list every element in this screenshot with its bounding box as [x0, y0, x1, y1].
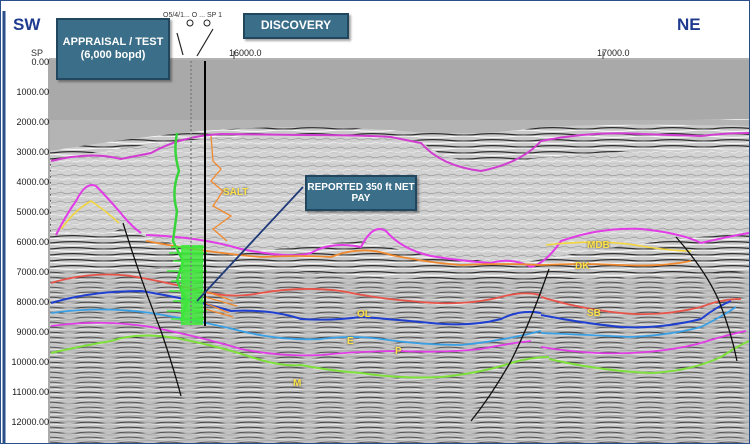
horizon-label-dk: DK — [575, 261, 590, 272]
horizon-label-ol: OL — [357, 309, 371, 320]
discovery-callout: DISCOVERY — [243, 13, 349, 39]
y-tick-5000: 5000.00 — [16, 207, 49, 217]
x-tick-17000: 17000.0 — [597, 48, 630, 58]
y-tick-11000: 11000.00 — [12, 387, 49, 397]
reported-net-pay-callout: REPORTED 350 ft NET PAY — [305, 175, 417, 211]
seismic-section-panel: SW NE SP O5/4/1... O ... SP 1 16000.0 17… — [0, 0, 750, 444]
y-tick-2000: 2000.00 — [16, 117, 49, 127]
horizon-label-p: P — [395, 346, 402, 357]
sw-direction-label: SW — [13, 15, 41, 34]
well-names-label: O5/4/1... O ... SP 1 — [163, 12, 223, 19]
y-tick-10000: 10000.00 — [11, 357, 49, 367]
y-tick-0: 0.00 — [31, 57, 49, 67]
horizon-label-m: M — [293, 378, 302, 389]
horizon-label-salt: SALT — [223, 187, 249, 198]
horizon-label-mdb: MDB — [587, 240, 610, 251]
appraisal-callout: APPRAISAL / TEST (6,000 bopd) — [56, 18, 170, 80]
y-tick-6000: 6000.00 — [16, 237, 49, 247]
x-tick-16000: 16000.0 — [229, 48, 262, 58]
y-tick-4000: 4000.00 — [16, 177, 49, 187]
ne-direction-label: NE — [677, 15, 701, 34]
y-tick-3000: 3000.00 — [16, 147, 49, 157]
y-tick-9000: 9000.00 — [16, 327, 49, 337]
y-tick-7000: 7000.00 — [16, 267, 49, 277]
y-tick-8000: 8000.00 — [16, 297, 49, 307]
horizon-label-e: E — [347, 336, 354, 347]
horizon-label-sb: SB — [587, 308, 601, 319]
y-tick-12000: 12000.00 — [11, 417, 49, 427]
y-tick-1000: 1000.00 — [16, 87, 49, 97]
